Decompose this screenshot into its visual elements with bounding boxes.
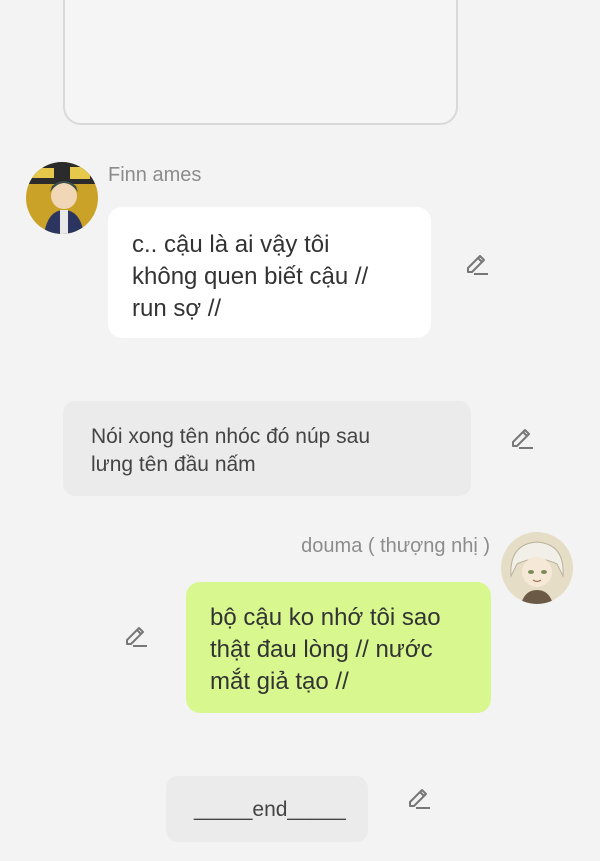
previous-message-card xyxy=(63,0,458,125)
narration-box[interactable]: Nói xong tên nhóc đó núp sau lưng tên đầ… xyxy=(63,401,471,496)
pencil-icon[interactable] xyxy=(462,250,492,280)
sender-name: douma ( thượng nhị ) xyxy=(301,535,490,557)
narration-box[interactable]: _____end_____ xyxy=(166,776,368,842)
sender-name: Finn ames xyxy=(108,164,202,186)
pencil-icon[interactable] xyxy=(507,424,537,454)
pencil-icon[interactable] xyxy=(404,784,434,814)
finn-avatar[interactable] xyxy=(26,162,98,234)
douma-avatar[interactable] xyxy=(501,532,573,604)
message-bubble[interactable]: c.. cậu là ai vậy tôi không quen biết cậ… xyxy=(108,207,431,338)
message-bubble[interactable]: bộ cậu ko nhớ tôi sao thật đau lòng // n… xyxy=(186,582,491,713)
pencil-icon[interactable] xyxy=(121,622,151,652)
